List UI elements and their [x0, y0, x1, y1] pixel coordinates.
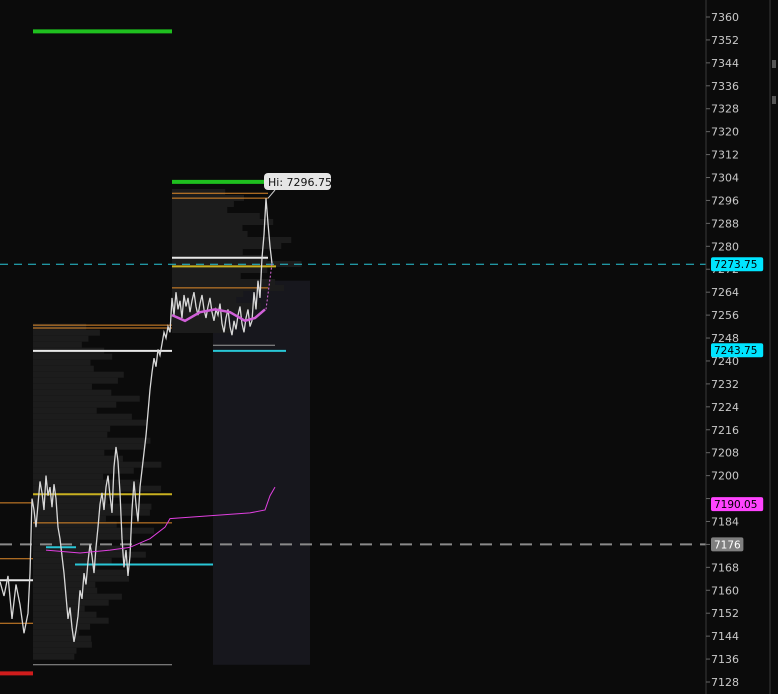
profile-1-bar [33, 371, 124, 378]
profile-1-bar [33, 569, 128, 576]
chart-background [0, 0, 778, 694]
profile-2-bar [172, 200, 234, 207]
y-tick-label: 7256 [711, 309, 739, 322]
y-tick-label: 7144 [711, 630, 739, 643]
y-tick-label: 7280 [711, 240, 739, 253]
profile-2-bar [172, 188, 226, 195]
profile-1-bar [33, 389, 112, 396]
profile-1-bar [33, 533, 132, 540]
profile-2-bar [172, 218, 274, 225]
profile-1-bar [33, 557, 112, 564]
profile-1-bar [33, 455, 123, 462]
profile-2-bar [172, 320, 225, 327]
profile-1-bar [33, 515, 106, 522]
profile-1-bar [33, 635, 92, 642]
y-tick-label: 7216 [711, 424, 739, 437]
price-chart[interactable]: 7128 7136 7144 7152 7160 7168 7176 7184 7200 7208… [0, 0, 778, 694]
profile-2-bar [172, 272, 241, 279]
profile-2-bar [172, 266, 268, 273]
y-tick-label: 7320 [711, 126, 739, 139]
y-tick-label: 7264 [711, 286, 739, 299]
profile-1-bar [33, 413, 132, 420]
profile-1-bar [33, 527, 155, 534]
profile-2-bar [172, 290, 244, 297]
y-tick-label: 7304 [711, 172, 739, 185]
profile-1-bar [33, 575, 130, 582]
y-tick-label: 7200 [711, 470, 739, 483]
y-tick-label: 7312 [711, 149, 739, 162]
y-tick-label: 7224 [711, 401, 739, 414]
y-tick-label: 7344 [711, 57, 739, 70]
profile-1-bar [33, 419, 148, 426]
future-zone [213, 280, 310, 665]
profile-1-bar [33, 443, 145, 450]
profile-1-bar [33, 401, 117, 408]
price-flag-label: 7176 [714, 539, 741, 551]
y-tick-label: 7208 [711, 447, 739, 460]
profile-1-bar [33, 449, 105, 456]
profile-1-bar [33, 473, 104, 480]
price-flag-label: 7243.75 [714, 345, 757, 357]
profile-2-bar [172, 242, 282, 249]
profile-1-bar [33, 383, 92, 390]
profile-2-bar [172, 212, 260, 219]
y-tick-label: 7288 [711, 217, 739, 230]
profile-1-bar [33, 605, 85, 612]
y-tick-label: 7184 [711, 515, 739, 528]
price-flag-label: 7190.05 [714, 499, 757, 511]
y-tick-label: 7296 [711, 194, 739, 207]
profile-1-bar [33, 359, 91, 366]
profile-1-bar [33, 365, 94, 372]
profile-1-bar [33, 503, 152, 510]
profile-1-bar [33, 593, 122, 600]
profile-2-bar [172, 206, 228, 213]
y-tick-label: 7352 [711, 34, 739, 47]
profile-2-bar [172, 278, 276, 285]
profile-1-bar [33, 329, 100, 336]
profile-1-bar [33, 653, 75, 660]
profile-1-bar [33, 611, 97, 618]
hi-label: Hi: 7296.75 [268, 176, 332, 189]
profile-2-bar [172, 248, 243, 255]
y-tick-label: 7328 [711, 103, 739, 116]
profile-2-bar [172, 224, 243, 231]
y-tick-label: 7168 [711, 561, 739, 574]
profile-1-bar [33, 335, 89, 342]
profile-1-bar [33, 407, 97, 414]
profile-1-bar [33, 425, 111, 432]
profile-2-bar [172, 296, 237, 303]
y-tick-label: 7160 [711, 584, 739, 597]
profile-1-bar [33, 647, 77, 654]
y-tick-label: 7360 [711, 11, 739, 24]
profile-2-bar [172, 326, 230, 333]
profile-2-bar [172, 236, 292, 243]
profile-1-bar [33, 377, 118, 384]
profile-1-bar [33, 341, 82, 348]
price-flag-label: 7273.75 [714, 259, 757, 271]
profile-1-bar [33, 431, 108, 438]
shaded-zones [213, 280, 310, 665]
profile-1-bar [33, 485, 162, 492]
y-tick-label: 7336 [711, 80, 739, 93]
profile-1-bar [33, 323, 87, 330]
profile-1-bar [33, 599, 109, 606]
y-tick-label: 7152 [711, 607, 739, 620]
profile-1-bar [33, 623, 91, 630]
profile-1-bar [33, 353, 113, 360]
y-tick-label: 7136 [711, 653, 739, 666]
y-tick-label: 7248 [711, 332, 739, 345]
profile-1-bar [33, 479, 140, 486]
profile-1-bar [33, 437, 151, 444]
profile-1-bar [33, 395, 140, 402]
y-tick-label: 7232 [711, 378, 739, 391]
profile-2-bar [172, 230, 248, 237]
y-tick-label: 7128 [711, 676, 739, 689]
profile-1-bar [33, 641, 92, 648]
